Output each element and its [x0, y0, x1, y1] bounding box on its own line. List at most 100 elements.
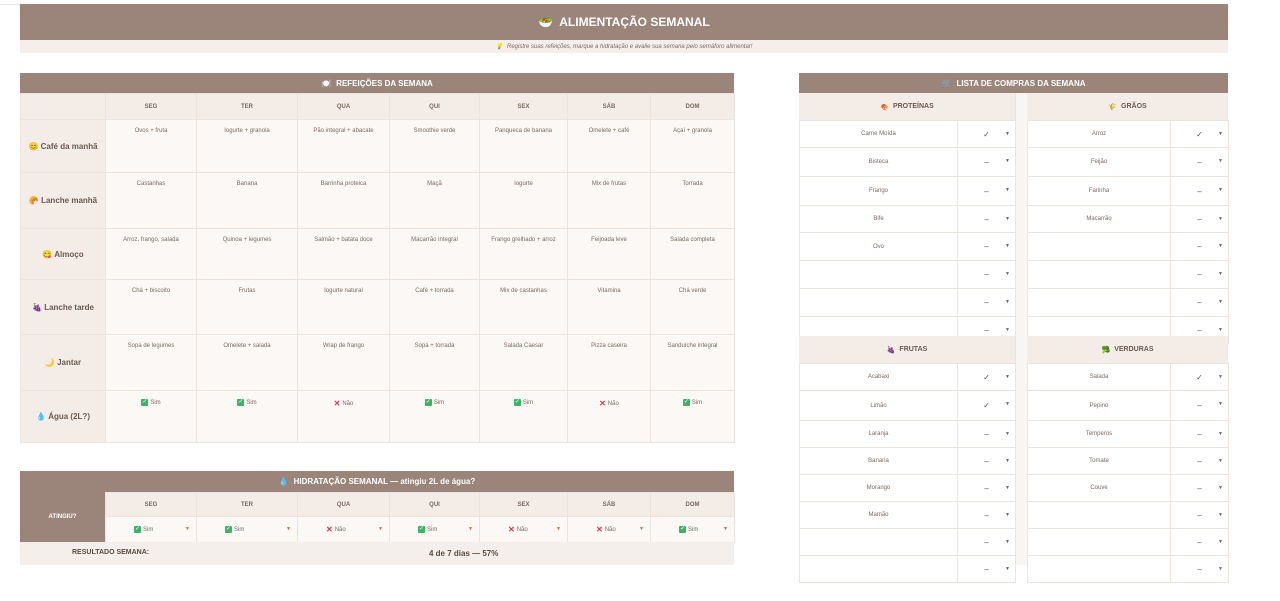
shopping-item-name[interactable]: Bife — [799, 205, 958, 233]
dropdown-arrow-icon[interactable]: ▼ — [286, 526, 291, 532]
meal-cell[interactable]: Vitamina — [567, 279, 651, 335]
dropdown-arrow-icon[interactable]: ▼ — [468, 526, 473, 532]
meal-cell[interactable]: Wrap de frango — [297, 334, 390, 391]
meal-cell[interactable]: Smoothie verde — [389, 119, 480, 173]
dropdown-arrow-icon[interactable]: ▼ — [1005, 158, 1010, 164]
hydration-dropdown[interactable]: ✓ Sim ▼ — [196, 516, 298, 543]
hydration-dropdown[interactable]: ✓ Sim ▼ — [650, 516, 735, 543]
meal-cell[interactable]: Chá + biscoito — [105, 279, 197, 335]
meal-cell[interactable]: Pizza caseira — [567, 334, 651, 391]
meal-cell[interactable]: Omelete + salada — [196, 334, 298, 391]
dropdown-arrow-icon[interactable]: ▼ — [556, 526, 561, 532]
shopping-item-name[interactable]: Arroz — [1027, 120, 1171, 148]
shopping-item-status[interactable]: – ▼ — [1170, 501, 1229, 529]
shopping-item-status[interactable]: – ▼ — [957, 447, 1016, 475]
shopping-item-name[interactable]: Farinha — [1027, 176, 1171, 206]
shopping-item-name[interactable]: Feijão — [1027, 147, 1171, 177]
meal-cell[interactable]: Pão integral + abacate — [297, 119, 390, 173]
shopping-item-name[interactable] — [1027, 232, 1171, 261]
dropdown-arrow-icon[interactable]: ▼ — [1005, 243, 1010, 249]
dropdown-arrow-icon[interactable]: ▼ — [1218, 512, 1223, 518]
dropdown-arrow-icon[interactable]: ▼ — [1005, 401, 1010, 407]
shopping-item-status[interactable]: – ▼ — [1170, 528, 1229, 556]
meal-cell[interactable]: Iogurte natural — [297, 279, 390, 335]
meal-cell[interactable]: Frutas — [196, 279, 298, 335]
shopping-item-name[interactable]: Laranja — [799, 420, 958, 448]
dropdown-arrow-icon[interactable]: ▼ — [1218, 187, 1223, 193]
shopping-item-status[interactable]: – ▼ — [957, 260, 1016, 289]
dropdown-arrow-icon[interactable]: ▼ — [1005, 271, 1010, 277]
shopping-item-name[interactable]: Pepino — [1027, 390, 1171, 421]
meal-cell[interactable]: Café + torrada — [389, 279, 480, 335]
shopping-item-status[interactable]: – ▼ — [957, 555, 1016, 583]
shopping-item-status[interactable]: – ▼ — [1170, 555, 1229, 583]
dropdown-arrow-icon[interactable]: ▼ — [1218, 131, 1223, 137]
meal-cell[interactable]: Torrada — [650, 172, 735, 229]
shopping-item-name[interactable]: Tomate — [1027, 447, 1171, 475]
dropdown-arrow-icon[interactable]: ▼ — [378, 526, 383, 532]
shopping-item-status[interactable]: – ▼ — [1170, 390, 1229, 421]
shopping-item-name[interactable]: Temperos — [1027, 420, 1171, 448]
meal-cell[interactable]: Mix de frutas — [567, 172, 651, 229]
meal-cell[interactable]: Sopa + torrada — [389, 334, 480, 391]
dropdown-arrow-icon[interactable]: ▼ — [1005, 131, 1010, 137]
meal-cell[interactable]: Banana — [196, 172, 298, 229]
meal-cell[interactable]: Quinoa + legumes — [196, 228, 298, 280]
shopping-item-name[interactable]: Limão — [799, 390, 958, 421]
meal-cell[interactable]: Salada Caesar — [479, 334, 568, 391]
meal-cell[interactable]: Ovos + fruta — [105, 119, 197, 173]
shopping-item-status[interactable]: – ▼ — [957, 501, 1016, 529]
dropdown-arrow-icon[interactable]: ▼ — [1005, 431, 1010, 437]
dropdown-arrow-icon[interactable]: ▼ — [1005, 187, 1010, 193]
shopping-item-name[interactable] — [1027, 501, 1171, 529]
dropdown-arrow-icon[interactable]: ▼ — [1218, 374, 1223, 380]
hydration-dropdown[interactable]: ✕ Não ▼ — [297, 516, 390, 543]
water-cell[interactable]: ✓ Sim — [196, 390, 298, 443]
shopping-item-name[interactable] — [1027, 288, 1171, 317]
shopping-item-name[interactable] — [1027, 555, 1171, 583]
meal-cell[interactable]: Arroz, frango, salada — [105, 228, 197, 280]
shopping-item-name[interactable] — [1027, 528, 1171, 556]
shopping-item-name[interactable] — [1027, 260, 1171, 289]
shopping-item-status[interactable]: – ▼ — [1170, 420, 1229, 448]
shopping-item-status[interactable]: – ▼ — [1170, 474, 1229, 502]
shopping-item-status[interactable]: – ▼ — [957, 232, 1016, 261]
shopping-item-name[interactable]: Frango — [799, 176, 958, 206]
shopping-item-status[interactable]: – ▼ — [957, 420, 1016, 448]
shopping-item-status[interactable]: – ▼ — [957, 176, 1016, 206]
water-cell[interactable]: ✓ Sim — [479, 390, 568, 443]
dropdown-arrow-icon[interactable]: ▼ — [1005, 327, 1010, 333]
shopping-item-status[interactable]: – ▼ — [957, 288, 1016, 317]
meal-cell[interactable]: Omelete + café — [567, 119, 651, 173]
dropdown-arrow-icon[interactable]: ▼ — [723, 526, 728, 532]
shopping-item-status[interactable]: – ▼ — [1170, 232, 1229, 261]
shopping-item-status[interactable]: – ▼ — [1170, 205, 1229, 233]
shopping-item-status[interactable]: – ▼ — [1170, 176, 1229, 206]
shopping-item-name[interactable] — [799, 528, 958, 556]
shopping-item-name[interactable] — [799, 260, 958, 289]
shopping-item-name[interactable] — [799, 555, 958, 583]
dropdown-arrow-icon[interactable]: ▼ — [1005, 485, 1010, 491]
dropdown-arrow-icon[interactable]: ▼ — [1005, 566, 1010, 572]
dropdown-arrow-icon[interactable]: ▼ — [1218, 158, 1223, 164]
shopping-item-status[interactable]: – ▼ — [957, 205, 1016, 233]
shopping-item-name[interactable]: Salada — [1027, 363, 1171, 391]
dropdown-arrow-icon[interactable]: ▼ — [1005, 539, 1010, 545]
shopping-item-status[interactable]: ✓ ▼ — [1170, 363, 1229, 391]
meal-cell[interactable]: Chá verde — [650, 279, 735, 335]
meal-cell[interactable]: Sopa de legumes — [105, 334, 197, 391]
meal-cell[interactable]: Mix de castanhas — [479, 279, 568, 335]
meal-cell[interactable]: Salmão + batata doce — [297, 228, 390, 280]
dropdown-arrow-icon[interactable]: ▼ — [1218, 485, 1223, 491]
meal-cell[interactable]: Iogurte + granola — [196, 119, 298, 173]
shopping-item-name[interactable]: Couve — [1027, 474, 1171, 502]
meal-cell[interactable]: Maçã — [389, 172, 480, 229]
dropdown-arrow-icon[interactable]: ▼ — [1218, 299, 1223, 305]
dropdown-arrow-icon[interactable]: ▼ — [1218, 271, 1223, 277]
dropdown-arrow-icon[interactable]: ▼ — [1005, 458, 1010, 464]
dropdown-arrow-icon[interactable]: ▼ — [1218, 539, 1223, 545]
shopping-item-status[interactable]: – ▼ — [957, 528, 1016, 556]
shopping-item-name[interactable]: Acabaxi — [799, 363, 958, 391]
meal-cell[interactable]: Iogurte — [479, 172, 568, 229]
water-cell[interactable]: ✕ Não — [567, 390, 651, 443]
